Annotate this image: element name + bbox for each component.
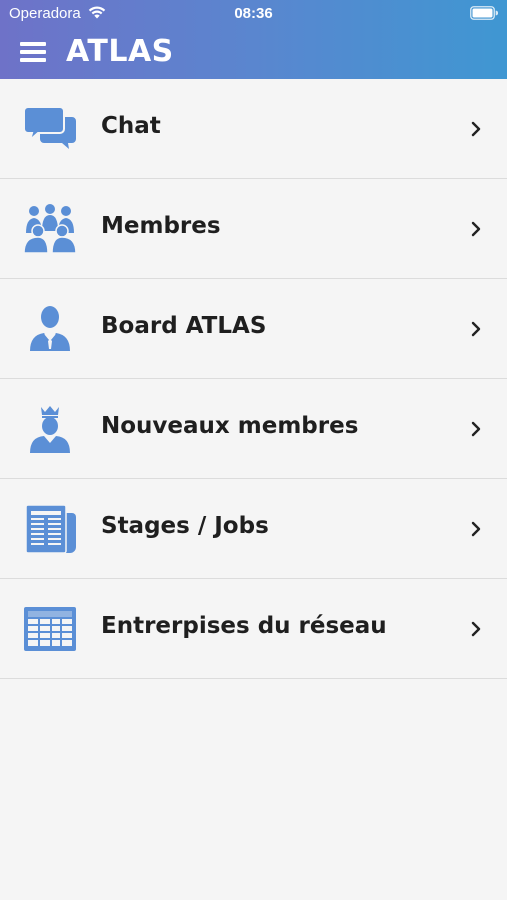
menu-item-label: Entrerpises du réseau [101,613,387,639]
battery-icon [470,6,498,20]
status-bar: Operadora 08:36 [0,0,507,28]
menu-item-label: Stages / Jobs [101,513,269,539]
chevron-right-icon [471,221,481,237]
chevron-right-icon [471,321,481,337]
chevron-right-icon [471,121,481,137]
status-time: 08:36 [234,5,273,22]
menu-item-board-atlas[interactable]: Board ATLAS [0,279,507,379]
chevron-right-icon [471,521,481,537]
crowned-person-icon [30,406,70,453]
chevron-right-icon [471,621,481,637]
main-menu: Chat Membres Board ATLAS Nouveaux membre… [0,79,507,679]
business-person-icon [30,306,70,351]
group-people-icon [23,204,77,254]
building-grid-icon [24,607,76,651]
menu-item-label: Chat [101,113,161,139]
menu-item-membres[interactable]: Membres [0,179,507,279]
menu-item-entreprises[interactable]: Entrerpises du réseau [0,579,507,679]
menu-item-nouveaux-membres[interactable]: Nouveaux membres [0,379,507,479]
menu-item-label: Nouveaux membres [101,413,359,439]
menu-item-label: Membres [101,213,221,239]
hamburger-menu-icon[interactable] [18,37,50,67]
menu-item-stages-jobs[interactable]: Stages / Jobs [0,479,507,579]
chevron-right-icon [471,421,481,437]
newspaper-icon [25,504,76,554]
menu-item-label: Board ATLAS [101,313,267,339]
chat-bubbles-icon [23,106,76,149]
app-header: Operadora 08:36 ATLAS [0,0,507,79]
app-title: ATLAS [66,34,174,69]
navigation-bar: ATLAS [0,28,507,79]
menu-item-chat[interactable]: Chat [0,79,507,179]
